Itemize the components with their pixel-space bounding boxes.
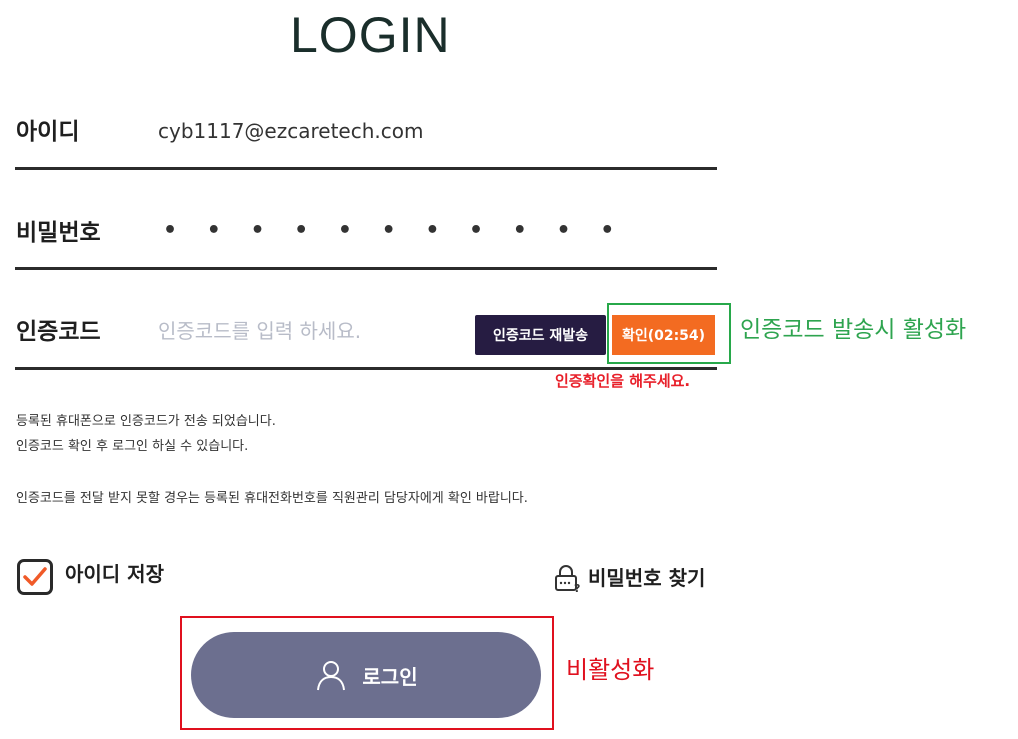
- login-button[interactable]: 로그인: [191, 632, 541, 718]
- resend-code-button[interactable]: 인증코드 재발송: [475, 315, 606, 355]
- id-label: 아이디: [16, 119, 80, 145]
- info-text-login: 인증코드 확인 후 로그인 하실 수 있습니다.: [16, 439, 249, 454]
- login-annotation-note: 비활성화: [566, 656, 655, 684]
- lock-icon: ?: [555, 565, 580, 593]
- page-title: LOGIN: [290, 7, 451, 63]
- auth-code-label: 인증코드: [16, 319, 101, 345]
- save-id-label[interactable]: 아이디 저장: [65, 559, 164, 589]
- id-field[interactable]: cyb1117@ezcaretech.com: [158, 116, 423, 146]
- checkmark-icon: [23, 567, 47, 586]
- confirm-annotation-note: 인증코드 발송시 활성화: [740, 317, 967, 343]
- info-text-sent: 등록된 휴대폰으로 인증코드가 전송 되었습니다.: [16, 414, 276, 429]
- user-icon: [317, 661, 346, 691]
- password-label: 비밀번호: [16, 220, 101, 246]
- find-password-link[interactable]: ? 비밀번호 찾기: [552, 563, 705, 593]
- auth-warning-text: 인증확인을 해주세요.: [555, 372, 691, 390]
- info-text-contact: 인증코드를 전달 받지 못할 경우는 등록된 휴대전화번호를 직원관리 담당자에…: [16, 491, 528, 506]
- password-field[interactable]: • • • • • • • • • • •: [163, 216, 625, 246]
- save-id-checkbox[interactable]: [17, 559, 53, 595]
- confirm-annotation-box: [607, 303, 731, 364]
- password-underline: [15, 267, 717, 270]
- login-button-label: 로그인: [362, 664, 418, 689]
- find-password-label: 비밀번호 찾기: [588, 566, 706, 590]
- auth-code-input[interactable]: [158, 314, 458, 348]
- svg-text:?: ?: [574, 582, 580, 593]
- id-underline: [15, 167, 717, 170]
